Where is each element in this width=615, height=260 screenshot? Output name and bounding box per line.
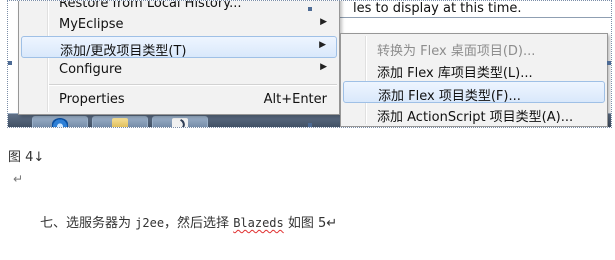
- submenu-item-convert-flex-desktop[interactable]: 转换为 Flex 桌面项目(D)...: [343, 37, 605, 59]
- menu-item-myeclipse[interactable]: MyEclipse ▶: [21, 14, 337, 36]
- paragraph-text: 七、选服务器为: [40, 216, 136, 231]
- menu-item-add-change-project-type[interactable]: 添加/更改项目类型(T) ▶: [21, 36, 337, 59]
- chevron-right-icon: ▶: [319, 40, 326, 50]
- instruction-paragraph: 七、选服务器为 j2ee，然后选择 Blazeds 如图 5↵: [40, 212, 337, 231]
- submenu: 转换为 Flex 桌面项目(D)... 添加 Flex 库项目类型(L)... …: [340, 33, 608, 127]
- menu-item-label: Restore from Local History...: [59, 0, 242, 11]
- menu-item-label: 添加 Flex 项目类型(F)...: [378, 89, 521, 104]
- paragraph-text: 如图 5↵: [283, 216, 338, 231]
- submenu-item-add-flex-library[interactable]: 添加 Flex 库项目类型(L)...: [343, 59, 605, 81]
- selection-handle[interactable]: [308, 7, 312, 11]
- embedded-screenshot: les to display at this time. Restore fro…: [7, 0, 612, 128]
- menu-item-label: MyEclipse: [59, 17, 124, 32]
- paragraph-text: ，然后选择: [164, 216, 234, 231]
- paragraph-mark: ↵: [13, 172, 24, 186]
- chevron-right-icon: ▶: [320, 62, 327, 72]
- taskbar-button-folder[interactable]: [92, 116, 148, 127]
- menu-item-label: 转换为 Flex 桌面项目(D)...: [377, 44, 536, 59]
- selection-handle[interactable]: [8, 61, 12, 65]
- menu-item-label: 添加 Flex 库项目类型(L)...: [377, 66, 533, 81]
- menu-item-configure[interactable]: Configure ▶: [21, 59, 337, 81]
- menu-item-label: Configure: [59, 62, 123, 77]
- menu-item-label: 添加/更改项目类型(T): [60, 44, 187, 59]
- submenu-item-add-actionscript[interactable]: 添加 ActionScript 项目类型(A)...: [343, 103, 605, 125]
- code-j2ee: j2ee: [135, 216, 165, 230]
- submenu-item-add-flex-project[interactable]: 添加 Flex 项目类型(F)...: [343, 81, 605, 104]
- chevron-right-icon: ▶: [320, 17, 327, 27]
- menu-item-properties[interactable]: Properties Alt+Enter: [21, 89, 337, 111]
- app-icon: [172, 118, 188, 127]
- folder-icon: [112, 118, 128, 127]
- taskbar-button-app[interactable]: [152, 116, 208, 127]
- menu-separator: [49, 84, 337, 86]
- background-divider: [338, 17, 611, 18]
- code-blazeds: Blazeds: [233, 216, 284, 230]
- menu-item-shortcut: Alt+Enter: [263, 92, 327, 107]
- background-message: les to display at this time.: [353, 1, 522, 16]
- menu-item-label: 添加 ActionScript 项目类型(A)...: [377, 110, 574, 125]
- context-menu: Restore from Local History... MyEclipse …: [18, 0, 340, 115]
- figure-caption: 图 4↓: [8, 150, 45, 165]
- menu-item-restore-local-history[interactable]: Restore from Local History...: [21, 0, 337, 15]
- selection-handle[interactable]: [308, 123, 312, 127]
- selection-handle[interactable]: [607, 61, 611, 65]
- internet-explorer-icon: [52, 118, 68, 127]
- menu-item-label: Properties: [59, 92, 125, 107]
- taskbar-button-internet-explorer[interactable]: [32, 116, 88, 127]
